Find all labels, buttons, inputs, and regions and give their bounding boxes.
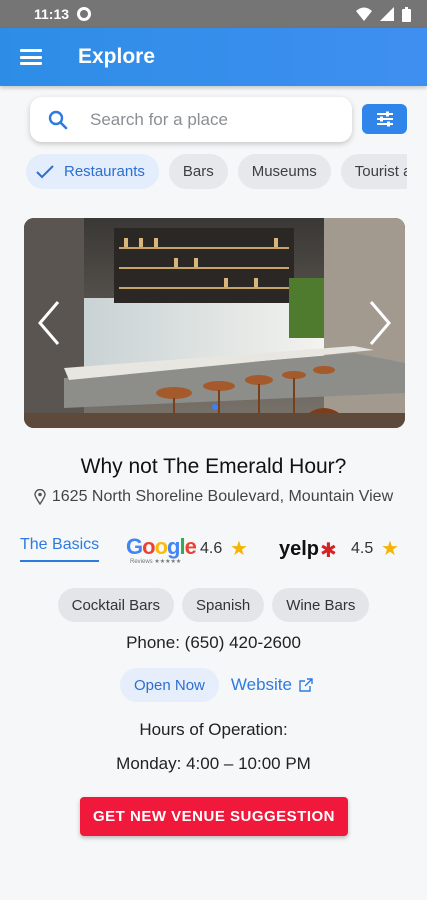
tag-chip: Wine Bars <box>272 588 370 622</box>
check-icon <box>36 164 54 178</box>
venue-tags: Cocktail Bars Spanish Wine Bars <box>0 588 427 622</box>
venue-address: 1625 North Shoreline Boulevard, Mountain… <box>0 488 427 506</box>
tab-the-basics[interactable]: The Basics <box>20 536 100 562</box>
page-title: Explore <box>78 45 156 68</box>
page-indicator-dot <box>212 404 218 410</box>
settings-notification-icon <box>77 7 92 21</box>
chip-label: Restaurants <box>64 163 145 180</box>
tune-icon <box>376 111 393 127</box>
category-chips: Restaurants Bars Museums Tourist a <box>26 154 407 190</box>
venue-title: Why not The Emerald Hour? <box>80 455 347 478</box>
website-link[interactable]: Website <box>231 675 313 695</box>
search-input[interactable] <box>90 109 320 130</box>
address-text: 1625 North Shoreline Boulevard, Mountain… <box>51 488 394 505</box>
location-pin-icon <box>34 489 46 505</box>
status-row: Open Now Website <box>120 668 313 702</box>
filter-button[interactable] <box>362 104 407 134</box>
status-time: 11:13 <box>34 6 70 22</box>
yelp-logo[interactable]: yelp <box>279 538 319 561</box>
open-status-badge: Open Now <box>120 668 219 702</box>
status-icons <box>356 6 411 22</box>
search-icon <box>48 110 68 129</box>
star-icon: ★ <box>230 538 248 560</box>
next-arrow-icon[interactable] <box>365 298 395 348</box>
app-bar: Explore <box>0 28 427 86</box>
chip-museums[interactable]: Museums <box>237 154 331 189</box>
external-link-icon <box>299 677 313 692</box>
search-bar[interactable] <box>30 97 352 142</box>
battery-icon <box>402 6 411 22</box>
get-new-venue-button[interactable]: GET NEW VENUE SUGGESTION <box>80 797 348 836</box>
venue-photo-carousel[interactable] <box>24 218 405 428</box>
signal-icon <box>380 7 394 21</box>
venue-photo <box>24 218 405 428</box>
tag-chip: Cocktail Bars <box>57 588 174 622</box>
chip-restaurants[interactable]: Restaurants <box>26 154 159 189</box>
chip-label: Tourist a <box>354 163 407 180</box>
chip-label: Bars <box>182 163 214 180</box>
hours-today: Monday: 4:00 – 10:00 PM <box>116 754 311 773</box>
info-tabs: The Basics Google Reviews ★★★★★ 4.6 ★ ye… <box>20 530 407 570</box>
hours-title: Hours of Operation: <box>139 720 288 739</box>
chip-bars[interactable]: Bars <box>168 154 228 189</box>
previous-arrow-icon[interactable] <box>34 298 64 348</box>
google-reviews-caption: Reviews ★★★★★ <box>130 559 182 565</box>
chip-label: Museums <box>251 163 317 180</box>
star-icon: ★ <box>381 538 399 560</box>
website-label: Website <box>230 675 292 694</box>
yelp-rating: 4.5 <box>351 540 374 557</box>
menu-icon[interactable] <box>20 49 42 65</box>
status-bar: 11:13 <box>0 0 427 28</box>
tag-chip: Spanish <box>181 588 265 622</box>
google-reviews-logo[interactable]: Google <box>126 534 197 560</box>
wifi-icon <box>356 7 372 21</box>
chip-tourist[interactable]: Tourist a <box>340 154 407 189</box>
google-rating: 4.6 <box>200 540 223 557</box>
yelp-burst-icon: ✱ <box>320 540 337 562</box>
venue-phone[interactable]: Phone: (650) 420-2600 <box>0 633 427 653</box>
